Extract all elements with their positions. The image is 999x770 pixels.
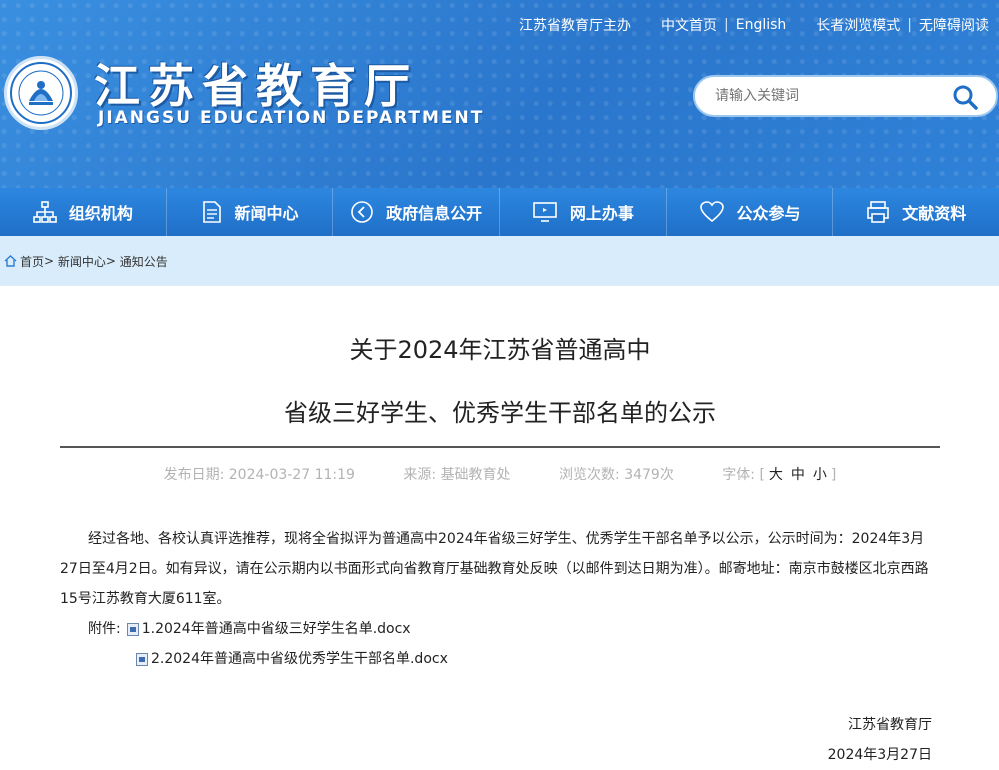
nav-item-online-service[interactable]: 网上办事: [500, 188, 667, 236]
font-size-label: 字体:: [722, 467, 755, 483]
title-divider: [60, 446, 940, 448]
english-link[interactable]: English: [736, 17, 787, 33]
nav-label: 公众参与: [736, 204, 801, 223]
site-subtitle: JIANGSU EDUCATION DEPARTMENT: [98, 108, 485, 128]
home-icon: [4, 255, 17, 267]
attachments: 附件: 1.2024年普通高中省级三好学生名单.docx 2.2024年普通高中…: [88, 614, 940, 674]
search-input[interactable]: [713, 87, 947, 105]
attachment-link-1[interactable]: 1.2024年普通高中省级三好学生名单.docx: [142, 614, 411, 644]
emblem-icon: [10, 62, 72, 124]
site-header: 江苏省教育厅主办 中文首页 | English 长者浏览模式 | 无障碍阅读 江…: [0, 0, 999, 188]
views-value: 3479次: [624, 467, 674, 483]
attachment-label: 附件:: [88, 621, 121, 637]
nav-item-documents[interactable]: 文献资料: [833, 188, 999, 236]
nav-item-public-participation[interactable]: 公众参与: [667, 188, 834, 236]
nav-label: 网上办事: [569, 204, 634, 223]
chinese-home-link[interactable]: 中文首页: [661, 15, 717, 35]
docx-file-icon: [126, 622, 139, 636]
sign-date: 2024年3月27日: [827, 747, 932, 763]
main-nav: 组织机构 新闻中心 政府信息公开 网上办事 公众参与 文献资料: [0, 188, 999, 236]
divider: |: [907, 17, 912, 33]
publish-info: 发布日期: 2024-03-27 11:19: [164, 467, 355, 483]
nav-item-organization[interactable]: 组织机构: [0, 188, 167, 236]
nav-label: 新闻中心: [234, 204, 299, 223]
article: 关于2024年江苏省普通高中 省级三好学生、优秀学生干部名单的公示 发布日期: …: [60, 286, 940, 770]
divider: |: [724, 17, 729, 33]
nav-label: 文献资料: [902, 204, 967, 223]
publish-label: 发布日期:: [163, 467, 225, 483]
org-chart-icon: [33, 201, 57, 223]
publish-date: 2024-03-27 11:19: [228, 467, 355, 483]
breadcrumb-home[interactable]: 首页: [20, 253, 44, 270]
source-label: 来源:: [403, 467, 437, 483]
article-title-line2: 省级三好学生、优秀学生干部名单的公示: [284, 399, 716, 427]
attachment-row: 附件: 1.2024年普通高中省级三好学生名单.docx: [88, 614, 940, 644]
attachment-link-2[interactable]: 2.2024年普通高中省级优秀学生干部名单.docx: [151, 644, 448, 674]
source-info: 来源: 基础教育处: [403, 467, 510, 483]
heart-icon: [699, 201, 724, 223]
printer-icon: [867, 201, 889, 223]
search-icon[interactable]: [952, 84, 978, 110]
breadcrumb-separator: >: [105, 254, 120, 268]
document-icon: [202, 201, 221, 223]
breadcrumb-notices[interactable]: 通知公告: [120, 253, 168, 270]
article-body: 经过各地、各校认真评选推荐，现将全省拟评为普通高中2024年省级三好学生、优秀学…: [60, 531, 929, 607]
sponsor-text: 江苏省教育厅主办: [519, 18, 631, 34]
signature: 江苏省教育厅: [848, 717, 932, 733]
font-size-control: 字体: [大中小]: [722, 467, 837, 483]
source-value: 基础教育处: [440, 467, 511, 483]
font-small-button[interactable]: 小: [813, 467, 827, 483]
signature-block: 江苏省教育厅 2024年3月27日: [60, 710, 932, 770]
eye-icon: [351, 201, 373, 223]
breadcrumb-news[interactable]: 新闻中心: [58, 253, 106, 270]
docx-file-icon: [136, 652, 148, 666]
font-large-button[interactable]: 大: [769, 467, 783, 483]
monitor-icon: [533, 202, 557, 222]
nav-label: 组织机构: [68, 204, 133, 223]
breadcrumb: 首页 > 新闻中心 > 通知公告: [0, 236, 999, 286]
article-title-line1: 关于2024年江苏省普通高中: [349, 336, 651, 364]
font-medium-button[interactable]: 中: [791, 467, 805, 483]
views-label: 浏览次数:: [559, 467, 620, 483]
site-title: 江苏省教育厅: [94, 59, 418, 113]
nav-item-gov-info[interactable]: 政府信息公开: [333, 188, 501, 236]
views-info: 浏览次数: 3479次: [559, 467, 674, 483]
search-box: [693, 75, 998, 117]
elderly-mode-link[interactable]: 长者浏览模式: [816, 15, 900, 35]
top-links: 江苏省教育厅主办 中文首页 | English 长者浏览模式 | 无障碍阅读: [519, 15, 989, 35]
nav-item-news[interactable]: 新闻中心: [167, 188, 334, 236]
article-meta: 发布日期: 2024-03-27 11:19 来源: 基础教育处 浏览次数: 3…: [60, 464, 940, 484]
nav-label: 政府信息公开: [386, 204, 483, 223]
accessibility-link[interactable]: 无障碍阅读: [919, 15, 989, 35]
attachment-row: 2.2024年普通高中省级优秀学生干部名单.docx: [136, 644, 940, 674]
department-logo[interactable]: [4, 56, 78, 130]
breadcrumb-separator: >: [44, 254, 58, 268]
